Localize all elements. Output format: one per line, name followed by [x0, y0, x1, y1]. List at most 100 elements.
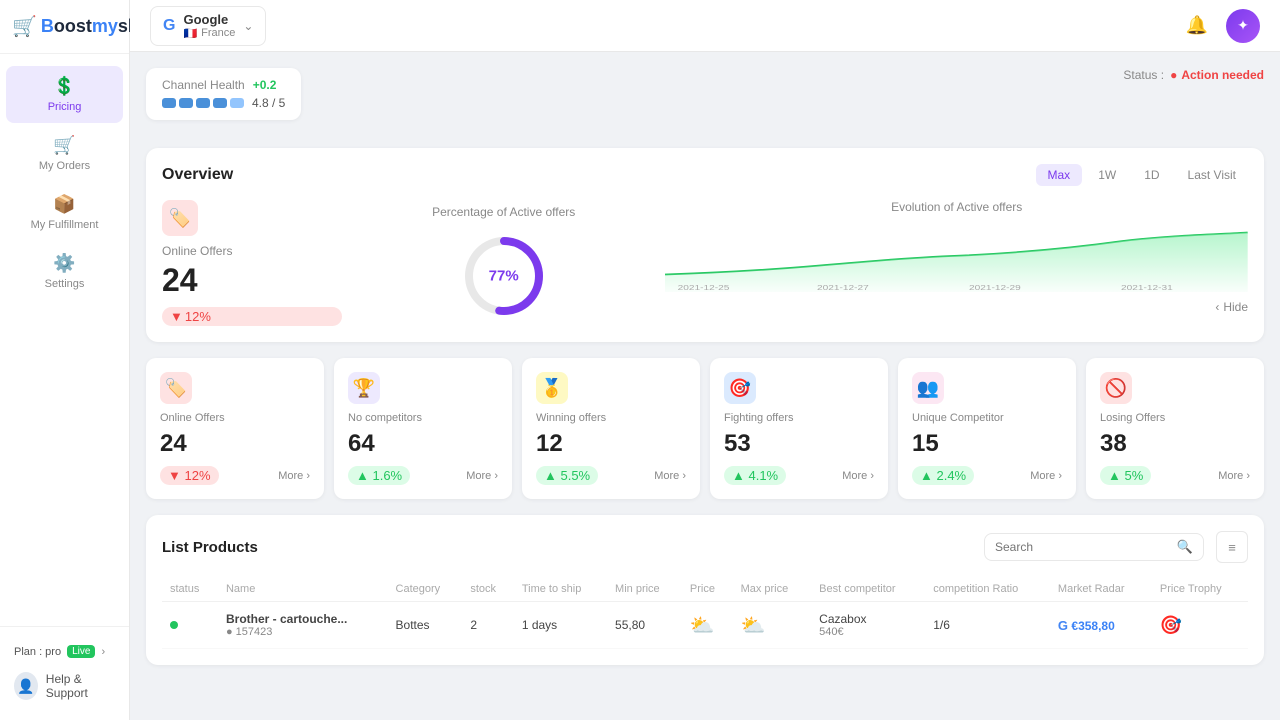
help-avatar: 👤	[14, 672, 38, 700]
products-table: status Name Category stock Time to ship …	[162, 577, 1248, 649]
fighting-offers-more-btn[interactable]: More ›	[842, 470, 874, 482]
losing-offers-more-btn[interactable]: More ›	[1218, 470, 1250, 482]
channel-health-widget: Channel Health +0.2 4.8 / 5	[146, 68, 301, 120]
svg-text:2021-12-27: 2021-12-27	[817, 284, 869, 292]
down-arrow-icon: ▼	[170, 309, 183, 324]
fighting-offers-change: ▲ 4.1%	[724, 466, 786, 485]
list-products-section: List Products 🔍 ≡ status Name Category s…	[146, 515, 1264, 665]
channel-selector[interactable]: G Google 🇫🇷 France ⌄	[150, 6, 266, 46]
main-content: G Google 🇫🇷 France ⌄ 🔔 ✦ Channel Health …	[130, 0, 1280, 720]
list-header: List Products 🔍 ≡	[162, 531, 1248, 563]
offers-badge-icon: 🏷️	[162, 200, 198, 236]
sidebar-item-orders[interactable]: 🛒 My Orders	[6, 125, 123, 182]
online-offers-card-icon: 🏷️	[160, 372, 192, 404]
list-filter-button[interactable]: ≡	[1216, 531, 1248, 563]
no-competitors-card-value: 64	[348, 430, 498, 458]
evo-label: Evolution of Active offers	[665, 200, 1248, 214]
unique-competitor-card-bottom: ▲ 2.4% More ›	[912, 466, 1062, 485]
health-dot-2	[179, 98, 193, 108]
sidebar-plan: Plan : pro Live ›	[8, 639, 121, 664]
row-category: Bottes	[388, 602, 463, 649]
channel-name: Google	[183, 12, 235, 27]
winning-offers-card-label: Winning offers	[536, 412, 686, 424]
online-offers-change: ▼ 12%	[160, 466, 219, 485]
notification-button[interactable]: 🔔	[1180, 9, 1214, 43]
sidebar-item-settings[interactable]: ⚙️ Settings	[6, 243, 123, 300]
metric-card-online-offers: 🏷️ Online Offers 24 ▼ 12% More ›	[146, 358, 324, 499]
col-name: Name	[218, 577, 388, 602]
row-status	[162, 602, 218, 649]
col-price: Price	[682, 577, 733, 602]
tab-last-visit[interactable]: Last Visit	[1176, 164, 1248, 186]
unique-competitor-more-btn[interactable]: More ›	[1030, 470, 1062, 482]
trophy-icon: 🎯	[1160, 615, 1182, 635]
list-title: List Products	[162, 539, 258, 556]
table-header-row: status Name Category stock Time to ship …	[162, 577, 1248, 602]
losing-offers-card-bottom: ▲ 5% More ›	[1100, 466, 1250, 485]
search-wrap: 🔍	[984, 533, 1204, 561]
row-max-price: ⛅	[733, 602, 812, 649]
sidebar-item-pricing[interactable]: 💲 Pricing	[6, 66, 123, 123]
sidebar-help[interactable]: 👤 Help & Support	[8, 664, 121, 708]
competitor-price: 540€	[819, 626, 917, 638]
col-best-competitor: Best competitor	[811, 577, 925, 602]
col-market-radar: Market Radar	[1050, 577, 1152, 602]
search-input[interactable]	[995, 540, 1171, 554]
channel-health-delta: +0.2	[253, 78, 277, 92]
tab-1w[interactable]: 1W	[1086, 164, 1128, 186]
orders-icon: 🛒	[53, 135, 75, 156]
evolution-chart: 2021-12-25 2021-12-27 2021-12-29 2021-12…	[665, 222, 1248, 292]
metric-card-losing-offers: 🚫 Losing Offers 38 ▲ 5% More ›	[1086, 358, 1264, 499]
hide-button[interactable]: ‹ Hide	[665, 300, 1248, 314]
overview-inner: 🏷️ Online Offers 24 ▼ 12% Percentage of …	[162, 200, 1248, 326]
row-competition-ratio: 1/6	[925, 602, 1050, 649]
plan-label: Plan : pro	[14, 646, 61, 658]
tab-max[interactable]: Max	[1036, 164, 1083, 186]
market-radar-warning-icon: ⛅	[690, 615, 715, 637]
col-price-trophy: Price Trophy	[1152, 577, 1248, 602]
row-min-price: 55,80	[607, 602, 682, 649]
product-name: Brother - cartouche...	[226, 612, 380, 626]
user-avatar-button[interactable]: ✦	[1226, 9, 1260, 43]
status-label: Status :	[1123, 68, 1164, 82]
overview-header: Overview Max 1W 1D Last Visit	[162, 164, 1248, 186]
google-logo-icon: G	[163, 17, 175, 35]
topbar-icons: 🔔 ✦	[1180, 9, 1260, 43]
online-offers-more-btn[interactable]: More ›	[278, 470, 310, 482]
table-row: Brother - cartouche... ● 157423 Bottes 2…	[162, 602, 1248, 649]
sidebar-item-fulfillment[interactable]: 📦 My Fulfillment	[6, 184, 123, 241]
tab-1d[interactable]: 1D	[1132, 164, 1171, 186]
sidebar-nav: 💲 Pricing 🛒 My Orders 📦 My Fulfillment ⚙…	[0, 54, 129, 626]
offers-label: Online Offers	[162, 244, 342, 258]
unique-competitor-card-icon: 👥	[912, 372, 944, 404]
fighting-offers-card-label: Fighting offers	[724, 412, 874, 424]
health-dot-5	[230, 98, 244, 108]
winning-offers-more-btn[interactable]: More ›	[654, 470, 686, 482]
metric-card-fighting-offers: 🎯 Fighting offers 53 ▲ 4.1% More ›	[710, 358, 888, 499]
product-id: ● 157423	[226, 626, 380, 638]
svg-text:2021-12-29: 2021-12-29	[969, 284, 1021, 292]
channel-health-label: Channel Health	[162, 78, 245, 92]
row-stock: 2	[462, 602, 513, 649]
winning-offers-card-icon: 🥇	[536, 372, 568, 404]
offers-change-value: 12%	[185, 309, 211, 324]
online-offers-card-bottom: ▼ 12% More ›	[160, 466, 310, 485]
no-competitors-more-btn[interactable]: More ›	[466, 470, 498, 482]
sidebar-item-pricing-label: Pricing	[48, 101, 82, 113]
channel-health-dots	[162, 98, 244, 108]
losing-offers-card-value: 38	[1100, 430, 1250, 458]
row-name: Brother - cartouche... ● 157423	[218, 602, 388, 649]
competitor-best-price: €358,80	[1071, 619, 1114, 633]
sidebar-bottom: Plan : pro Live › 👤 Help & Support	[0, 626, 129, 720]
plan-badge: Live	[67, 645, 95, 658]
channel-health-score: 4.8 / 5	[252, 96, 285, 110]
fighting-offers-card-bottom: ▲ 4.1% More ›	[724, 466, 874, 485]
page-content: Channel Health +0.2 4.8 / 5 Status :	[130, 52, 1280, 720]
winning-offers-change: ▲ 5.5%	[536, 466, 598, 485]
svg-text:2021-12-25: 2021-12-25	[678, 284, 730, 292]
col-max-price: Max price	[733, 577, 812, 602]
status-online-dot	[170, 621, 178, 629]
overview-percentage-widget: Percentage of Active offers 77%	[358, 200, 649, 326]
losing-offers-card-label: Losing Offers	[1100, 412, 1250, 424]
no-competitors-card-label: No competitors	[348, 412, 498, 424]
